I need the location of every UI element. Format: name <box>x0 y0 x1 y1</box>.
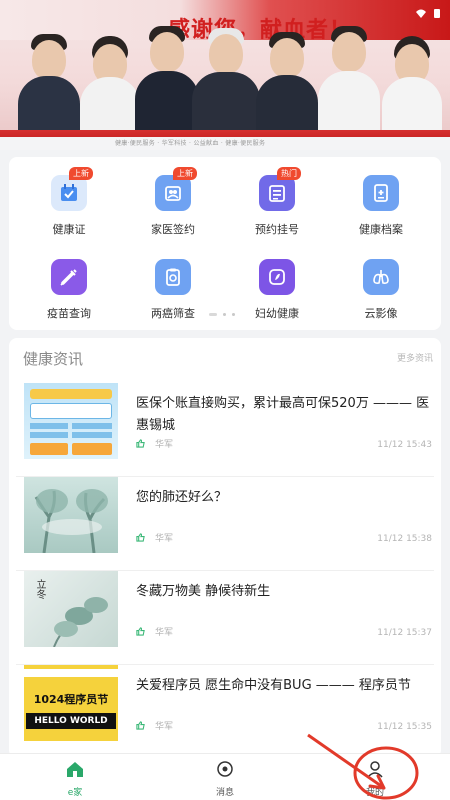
service-menu: 上新 健康证 上新 家医签约 热门 预约挂号 健康档案 疫苗查询 两癌筛查 妇幼… <box>9 157 441 330</box>
banner-person <box>256 32 318 138</box>
new-badge: 上新 <box>69 167 93 180</box>
bottom-navigation: e家 消息 我的 <box>0 753 450 800</box>
news-thumbnail: 1024程序员节 HELLO WORLD <box>24 665 118 741</box>
news-item[interactable]: 立冬 冬藏万物美 静候待新生 华军 11/12 15:37 <box>16 571 434 665</box>
menu-item-health-record[interactable]: 健康档案 <box>329 175 433 237</box>
news-title: 关爱程序员 愿生命中没有BUG ——— 程序员节 <box>136 678 411 693</box>
family-doctor-icon: 上新 <box>155 167 197 211</box>
menu-item-label: 妇幼健康 <box>255 307 299 320</box>
news-thumbnail <box>24 477 118 553</box>
thumbnail-text: HELLO WORLD <box>26 713 116 729</box>
nav-label: 我的 <box>365 788 384 798</box>
news-title: 医保个账直接购买，累计最高可保520万 ——— 医惠锡城 <box>136 396 430 433</box>
menu-item-vaccine-query[interactable]: 疫苗查询 <box>17 259 121 321</box>
news-source-name: 华军 <box>155 440 174 450</box>
like-icon <box>136 627 145 636</box>
nav-label: e家 <box>67 788 83 798</box>
banner-person <box>192 28 260 138</box>
news-item[interactable]: 1024程序员节 HELLO WORLD 关爱程序员 愿生命中没有BUG ———… <box>16 665 434 758</box>
health-record-icon <box>363 175 399 211</box>
menu-item-label: 云影像 <box>364 307 398 320</box>
menu-item-label: 预约挂号 <box>255 223 299 236</box>
news-thumbnail: 立冬 <box>24 571 118 647</box>
news-thumbnail <box>24 383 118 459</box>
like-icon <box>136 533 145 542</box>
nav-label: 消息 <box>215 788 234 798</box>
menu-item-cancer-screening[interactable]: 两癌筛查 <box>121 259 225 321</box>
news-item[interactable]: 您的肺还好么？ 华军 11/12 15:38 <box>16 477 434 571</box>
menu-item-health-certificate[interactable]: 上新 健康证 <box>17 167 121 237</box>
news-source: 华军 <box>136 531 173 544</box>
registration-icon: 热门 <box>259 167 301 211</box>
new-badge: 上新 <box>173 167 197 180</box>
calendar-check-icon: 上新 <box>51 167 93 211</box>
health-news-section: 健康资讯 更多资讯 医保个账直接购买，累计最高可保520万 ——— 医惠锡城 华… <box>9 338 441 758</box>
more-news-link[interactable]: 更多资讯 <box>397 351 433 364</box>
news-title: 冬藏万物美 静候待新生 <box>136 584 271 599</box>
banner-person <box>18 34 80 138</box>
menu-item-cloud-imaging[interactable]: 云影像 <box>329 259 433 321</box>
page-dot <box>232 313 235 316</box>
like-icon <box>136 439 145 448</box>
banner-caption: 健康·便民服务 · 华军科技 · 公益献血 · 健康·便民服务 <box>0 137 450 150</box>
menu-page-indicator <box>209 313 235 316</box>
wifi-icon <box>416 3 426 18</box>
like-icon <box>136 721 145 730</box>
banner-title: 感谢您，献血者！ <box>168 17 353 43</box>
news-time: 11/12 15:38 <box>377 534 432 544</box>
banner-person <box>382 36 442 138</box>
nav-tab-profile[interactable]: 我的 <box>335 760 415 798</box>
banner-person <box>80 36 140 138</box>
menu-item-label: 健康档案 <box>359 223 403 236</box>
news-time: 11/12 15:35 <box>377 722 432 732</box>
news-item[interactable]: 医保个账直接购买，累计最高可保520万 ——— 医惠锡城 华军 11/12 15… <box>16 383 434 477</box>
news-time: 11/12 15:43 <box>377 440 432 450</box>
banner-person <box>318 26 380 138</box>
section-title: 健康资讯 <box>23 350 84 368</box>
menu-item-maternal-child[interactable]: 妇幼健康 <box>225 259 329 321</box>
hot-badge: 热门 <box>277 167 301 180</box>
menu-item-label: 疫苗查询 <box>47 307 91 320</box>
hero-banner[interactable]: 感谢您，献血者！ <box>0 0 450 150</box>
news-source-name: 华军 <box>155 722 174 732</box>
message-icon <box>217 761 233 777</box>
menu-item-label: 健康证 <box>52 223 86 236</box>
news-source: 华军 <box>136 437 173 450</box>
menu-item-family-doctor[interactable]: 上新 家医签约 <box>121 167 225 237</box>
menu-item-label: 家医签约 <box>151 223 195 236</box>
home-icon <box>67 762 83 777</box>
news-source-name: 华军 <box>155 534 174 544</box>
profile-icon <box>367 761 383 778</box>
screening-icon <box>155 259 191 295</box>
news-source-name: 华军 <box>155 628 174 638</box>
nav-tab-messages[interactable]: 消息 <box>185 760 265 798</box>
battery-icon <box>432 3 442 18</box>
news-source: 华军 <box>136 625 173 638</box>
news-source: 华军 <box>136 719 173 732</box>
banner-person <box>135 26 199 138</box>
menu-item-appointment[interactable]: 热门 预约挂号 <box>225 167 329 237</box>
thumbnail-text: 立冬 <box>34 579 45 599</box>
news-time: 11/12 15:37 <box>377 628 432 638</box>
page-dot <box>223 313 226 316</box>
maternal-child-icon <box>259 259 295 295</box>
lungs-icon <box>363 259 399 295</box>
status-bar-icons <box>416 3 442 18</box>
news-title: 您的肺还好么？ <box>136 490 228 505</box>
page-dot <box>209 313 217 316</box>
nav-tab-home[interactable]: e家 <box>35 760 115 798</box>
syringe-icon <box>51 259 87 295</box>
thumbnail-text: 1024程序员节 <box>33 693 109 706</box>
